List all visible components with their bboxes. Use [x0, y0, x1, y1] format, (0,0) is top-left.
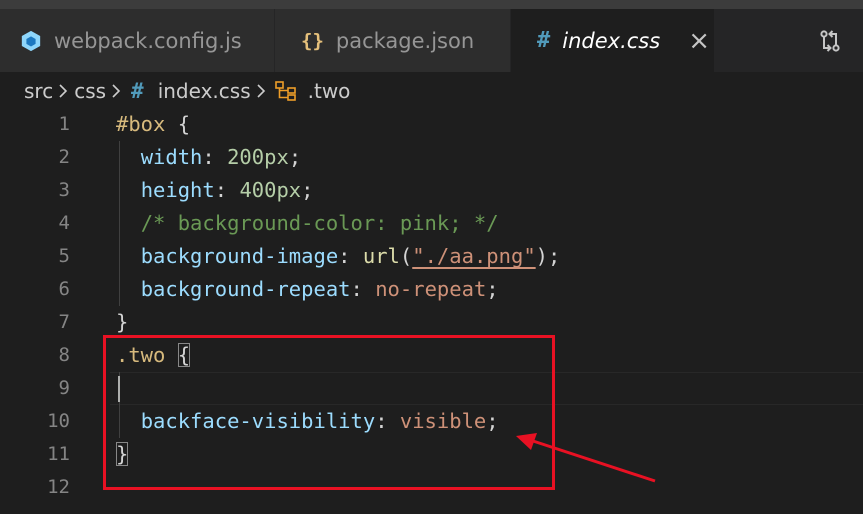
- code-text: height: 400px;: [116, 174, 314, 207]
- window-top-strip: [0, 0, 863, 9]
- chevron-right-icon: [58, 83, 68, 99]
- tab-index-css[interactable]: # index.css ×: [511, 9, 715, 72]
- code-line[interactable]: 2 width: 200px;: [0, 141, 863, 174]
- code-text: background-image: url("./aa.png");: [116, 240, 561, 273]
- code-text: background-repeat: no-repeat;: [116, 273, 499, 306]
- tab-package-json[interactable]: {} package.json: [275, 9, 511, 72]
- code-token: 200px: [227, 145, 289, 169]
- line-number: 11: [47, 443, 70, 465]
- annotation-highlight-box: [103, 335, 555, 490]
- line-number: 1: [58, 113, 70, 135]
- code-text: /* background-color: pink; */: [116, 207, 499, 240]
- line-number: 7: [58, 311, 70, 333]
- chevron-right-icon: [111, 83, 121, 99]
- line-number: 8: [58, 344, 70, 366]
- webpack-icon: [20, 30, 42, 52]
- code-token: height: [140, 178, 215, 202]
- code-token: url: [362, 244, 400, 268]
- code-token: width: [140, 145, 203, 169]
- code-text: #box {: [116, 108, 190, 141]
- breadcrumb: src css # index.css .two: [0, 72, 863, 110]
- tab-label: index.css: [562, 28, 661, 53]
- breadcrumb-item-symbol[interactable]: .two: [308, 79, 351, 103]
- code-token: ;: [486, 277, 499, 301]
- code-token: :: [214, 178, 240, 202]
- code-token: {: [165, 112, 191, 136]
- open-changes-icon[interactable]: [816, 27, 844, 55]
- line-number: 12: [47, 476, 70, 498]
- tab-label: package.json: [335, 28, 475, 53]
- chevron-right-icon: [256, 83, 266, 99]
- code-text: width: 200px;: [116, 141, 301, 174]
- code-token: :: [350, 277, 376, 301]
- line-number: 6: [58, 278, 70, 300]
- code-token: }: [116, 310, 129, 334]
- code-token: :: [202, 145, 228, 169]
- code-line[interactable]: 4 /* background-color: pink; */: [0, 207, 863, 240]
- symbol-class-icon: [274, 80, 298, 102]
- code-line[interactable]: 5 background-image: url("./aa.png");: [0, 240, 863, 273]
- code-token: 400px: [239, 178, 302, 202]
- code-token: background-repeat: [140, 277, 351, 301]
- code-token: (: [399, 244, 413, 268]
- hash-icon: #: [537, 28, 551, 53]
- tab-label: webpack.config.js: [54, 28, 242, 53]
- close-icon[interactable]: ×: [688, 28, 710, 54]
- line-number: 5: [58, 245, 70, 267]
- line-number: 10: [47, 410, 70, 432]
- code-line[interactable]: 3 height: 400px;: [0, 174, 863, 207]
- line-number: 3: [58, 179, 70, 201]
- code-token: #box: [116, 112, 166, 136]
- code-token: /* background-color: pink; */: [140, 211, 499, 235]
- code-line[interactable]: 1 #box {: [0, 108, 863, 141]
- breadcrumb-item-css[interactable]: css: [74, 79, 106, 103]
- code-line[interactable]: 6 background-repeat: no-repeat;: [0, 273, 863, 306]
- braces-icon: {}: [301, 29, 324, 52]
- code-token: ;: [301, 178, 314, 202]
- code-token: :: [338, 244, 363, 268]
- code-token: no-repeat: [375, 277, 487, 301]
- tab-bar: webpack.config.js {} package.json # inde…: [0, 9, 863, 72]
- tab-webpack-config[interactable]: webpack.config.js: [0, 9, 275, 72]
- hash-icon: #: [131, 79, 144, 103]
- code-token: background-image: [140, 244, 339, 268]
- breadcrumb-item-file[interactable]: index.css: [158, 79, 251, 103]
- breadcrumb-item-src[interactable]: src: [24, 79, 53, 103]
- line-number: 9: [58, 377, 70, 399]
- code-token: );: [535, 244, 561, 268]
- line-number: 2: [58, 146, 70, 168]
- code-token: "./aa.png": [412, 244, 536, 268]
- code-token: ;: [288, 145, 302, 169]
- line-number: 4: [58, 212, 70, 234]
